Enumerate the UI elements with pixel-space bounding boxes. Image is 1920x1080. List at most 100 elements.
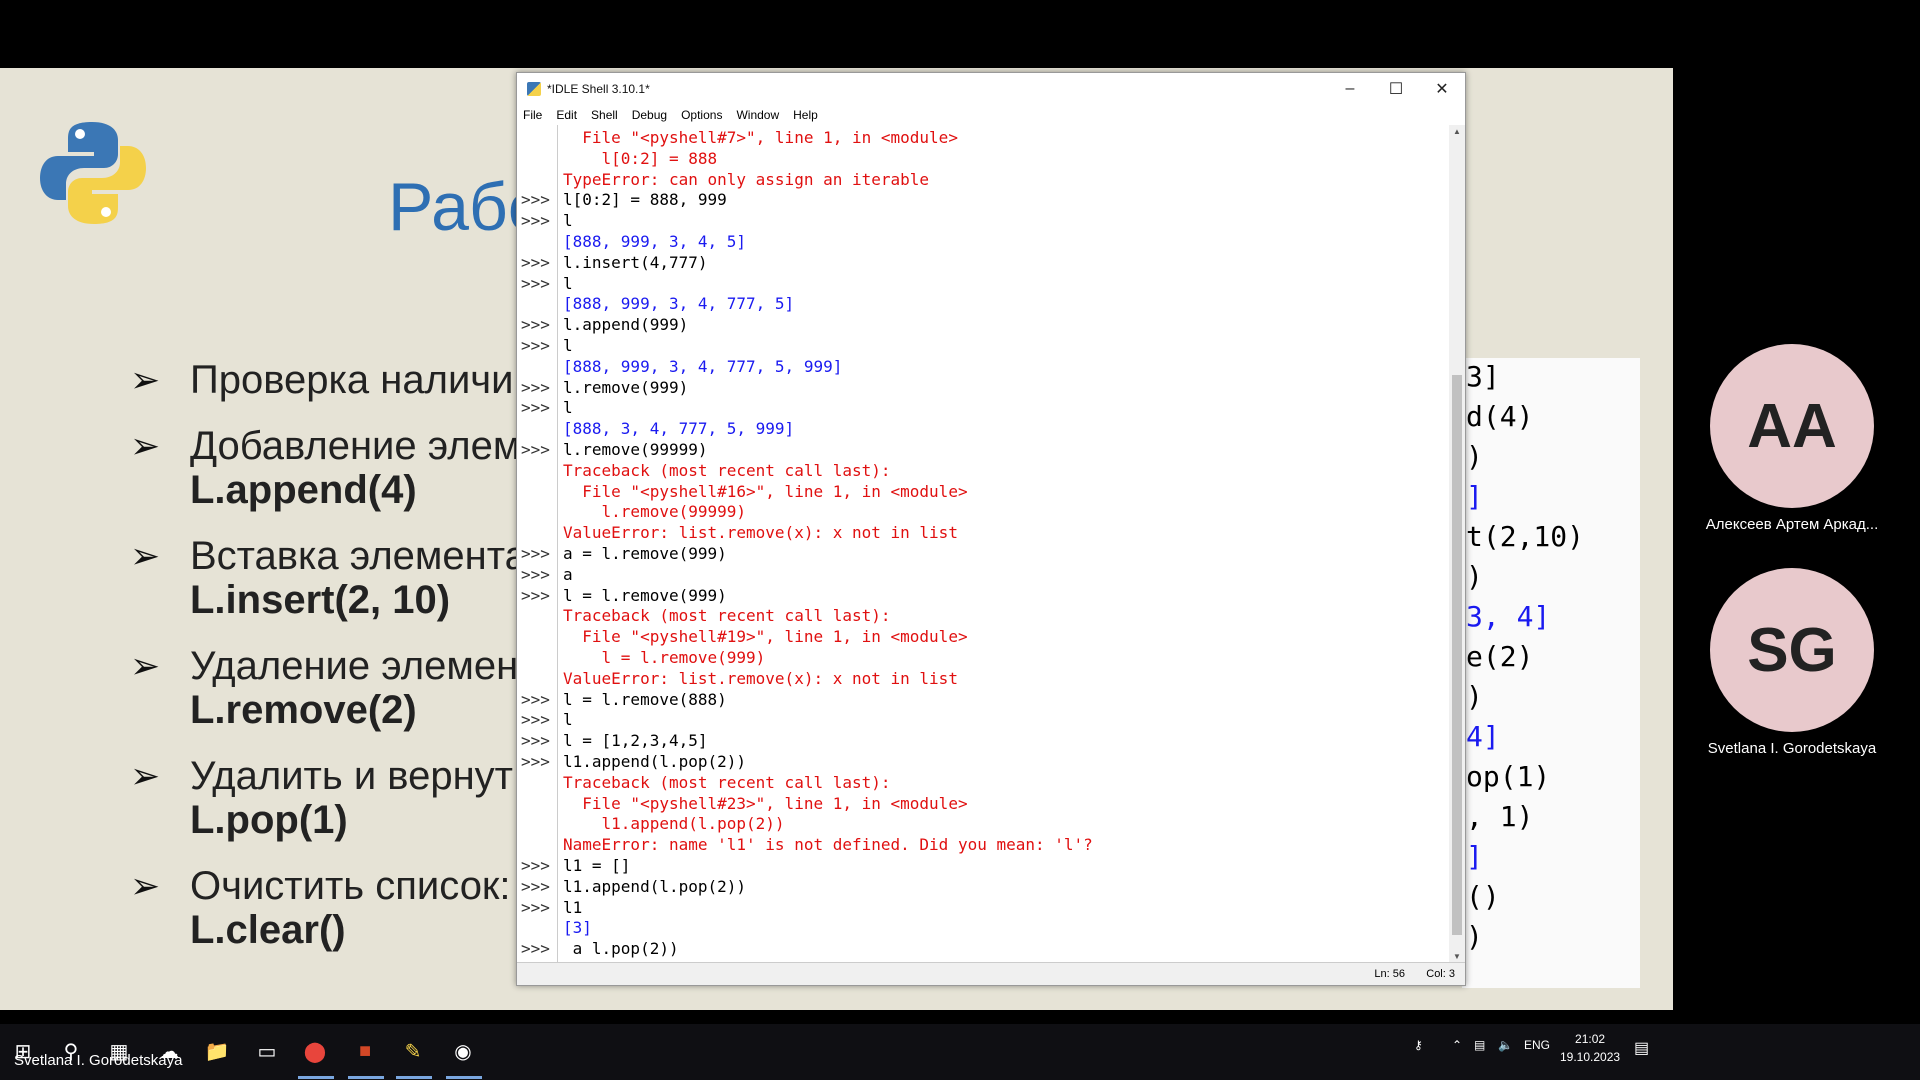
shell-line: l[0:2] = 888	[517, 148, 1447, 169]
shell-line: File "<pyshell#19>", line 1, in <module>	[517, 626, 1447, 647]
idle-taskbar-icon[interactable]: ✎	[398, 1036, 428, 1066]
shell-line: >>> l1.append(l.pop(2))	[517, 751, 1447, 772]
shell-line: TypeError: can only assign an iterable	[517, 169, 1447, 190]
bullet-item: ➢ Очистить список: L.clear()	[130, 864, 527, 952]
shell-line: File "<pyshell#23>", line 1, in <module>	[517, 793, 1447, 814]
shell-text: l = [1,2,3,4,5]	[563, 731, 708, 751]
menu-edit[interactable]: Edit	[556, 108, 577, 122]
shell-line: ValueError: list.remove(x): x not in lis…	[517, 522, 1447, 543]
notifications-icon[interactable]: ▤	[1634, 1038, 1649, 1058]
menu-shell[interactable]: Shell	[591, 108, 618, 122]
chevron-up-icon[interactable]: ⌃	[1452, 1038, 1462, 1052]
clock-time: 21:02	[1575, 1032, 1606, 1046]
shell-text: File "<pyshell#7>", line 1, in <module>	[563, 128, 958, 147]
shell-text: Traceback (most recent call last):	[563, 606, 891, 626]
shell-line: NameError: name 'l1' is not defined. Did…	[517, 834, 1447, 855]
window-titlebar[interactable]: *IDLE Shell 3.10.1* – ☐ ✕	[517, 73, 1465, 105]
shell-line: File "<pyshell#16>", line 1, in <module>	[517, 481, 1447, 502]
shell-prompt: >>>	[521, 544, 550, 563]
shell-prompt: >>>	[521, 377, 550, 397]
powerpoint-icon[interactable]: ■	[350, 1036, 380, 1066]
line-number: Ln: 56	[1374, 968, 1405, 980]
scroll-down-icon[interactable]: ▼	[1449, 952, 1465, 961]
shell-text: l	[563, 273, 573, 293]
arrow-bullet-icon: ➢	[130, 865, 161, 906]
arrow-bullet-icon: ➢	[130, 535, 161, 576]
shell-line: >>> l	[517, 335, 1447, 356]
shell-line: ValueError: list.remove(x): x not in lis…	[517, 668, 1447, 689]
chrome-icon[interactable]: ⬤	[300, 1036, 330, 1066]
shell-line: >>> l.remove(99999)	[517, 439, 1447, 460]
arrow-bullet-icon: ➢	[130, 645, 161, 686]
bullet-text: Удалить и вернут	[190, 754, 513, 798]
menu-window[interactable]: Window	[736, 108, 779, 122]
avatar: AA	[1710, 344, 1874, 508]
shell-line: >>> a	[517, 564, 1447, 585]
menu-file[interactable]: File	[523, 108, 542, 122]
system-clock[interactable]: 21:02 19.10.2023	[1560, 1030, 1620, 1066]
participant-tile[interactable]: AA Алексеев Артем Аркад...	[1692, 344, 1892, 533]
slide-code-fragment: op(1)	[1466, 760, 1551, 793]
python-logo-icon	[40, 122, 146, 224]
window-title: *IDLE Shell 3.10.1*	[547, 82, 650, 96]
shell-line: [888, 999, 3, 4, 5]	[517, 231, 1447, 252]
idle-shell-window[interactable]: *IDLE Shell 3.10.1* – ☐ ✕ File Edit Shel…	[516, 72, 1466, 986]
slide-code-panel: 3] d(4))] t(2,10)) 3, 4] e(2)) 4] op(1) , 1)] ()…	[1462, 358, 1640, 988]
bullet-item: ➢ Добавление элем L.append(4)	[130, 424, 527, 512]
shell-line: >>> l	[517, 709, 1447, 730]
shell-line: File "<pyshell#7>", line 1, in <module>	[517, 127, 1447, 148]
file-explorer-icon[interactable]: 📁	[202, 1036, 232, 1066]
menu-help[interactable]: Help	[793, 108, 818, 122]
active-indicator	[348, 1076, 384, 1079]
participant-tile[interactable]: SG Svetlana I. Gorodetskaya	[1692, 568, 1892, 757]
clock-date: 19.10.2023	[1560, 1050, 1621, 1064]
people-icon[interactable]: ⚷	[1414, 1038, 1423, 1052]
shell-text-area[interactable]: File "<pyshell#7>", line 1, in <module> …	[517, 125, 1449, 963]
maximize-icon[interactable]: ☐	[1373, 73, 1419, 105]
scroll-up-icon[interactable]: ▲	[1449, 127, 1465, 136]
shell-text: Traceback (most recent call last):	[563, 772, 891, 792]
bullet-code: L.append(4)	[190, 468, 417, 512]
shell-text: [888, 3, 4, 777, 5, 999]	[563, 419, 795, 439]
shell-line: >>> a l.pop(2))	[517, 938, 1447, 959]
menu-debug[interactable]: Debug	[632, 108, 667, 122]
shell-prompt: >>>	[521, 856, 550, 875]
shell-text: l.append(999)	[563, 315, 689, 335]
shell-text: a l.pop(2))	[563, 939, 679, 959]
shell-prompt: >>>	[521, 211, 550, 231]
shell-prompt: >>>	[521, 876, 550, 896]
shell-line: >>> l.insert(4,777)	[517, 252, 1447, 273]
menu-options[interactable]: Options	[681, 108, 722, 122]
slide-code-fragment: 4]	[1466, 720, 1500, 753]
slide-code-fragment: 3, 4]	[1466, 600, 1551, 633]
vertical-scrollbar[interactable]: ▲ ▼	[1449, 125, 1465, 963]
slide-code-fragment: )	[1466, 560, 1483, 593]
language-indicator[interactable]: ENG	[1524, 1038, 1550, 1052]
slide-code-fragment: )	[1466, 920, 1483, 953]
shell-line: l1.append(l.pop(2))	[517, 813, 1447, 834]
shell-prompt: >>>	[521, 315, 550, 335]
network-icon[interactable]: ▤	[1474, 1038, 1485, 1052]
shell-text: [3]	[563, 918, 592, 938]
shell-text: Traceback (most recent call last):	[563, 460, 891, 480]
slide-code-fragment: )	[1466, 680, 1483, 713]
shell-prompt: >>>	[521, 252, 550, 272]
meeting-app-icon[interactable]: ◉	[448, 1036, 478, 1066]
shell-prompt: >>>	[521, 564, 550, 584]
shell-text: l	[563, 398, 573, 418]
slide-code-fragment: t(2,10)	[1466, 520, 1585, 553]
scroll-thumb[interactable]	[1452, 375, 1462, 935]
terminal-icon[interactable]: ▭	[252, 1036, 282, 1066]
shell-text: l	[563, 336, 573, 355]
presenter-name: Svetlana I. Gorodetskaya	[14, 1052, 183, 1069]
shell-line: >>> l[0:2] = 888, 999	[517, 189, 1447, 210]
taskbar: ⊞ ⚲ ▦ ☁ 📁 ▭ ⬤ ■ ✎ ◉ Svetlana I. Gorodets…	[0, 1024, 1920, 1080]
shell-line: >>> l.remove(999)	[517, 377, 1447, 398]
bullet-item: ➢ Вставка элемента L.insert(2, 10)	[130, 534, 527, 622]
close-icon[interactable]: ✕	[1419, 73, 1465, 105]
shell-text: l = l.remove(888)	[563, 689, 727, 709]
volume-icon[interactable]: 🔈	[1498, 1038, 1513, 1052]
shell-line: l.remove(99999)	[517, 501, 1447, 522]
bullet-item: ➢ Проверка наличи	[130, 358, 527, 402]
minimize-icon[interactable]: –	[1327, 73, 1373, 105]
